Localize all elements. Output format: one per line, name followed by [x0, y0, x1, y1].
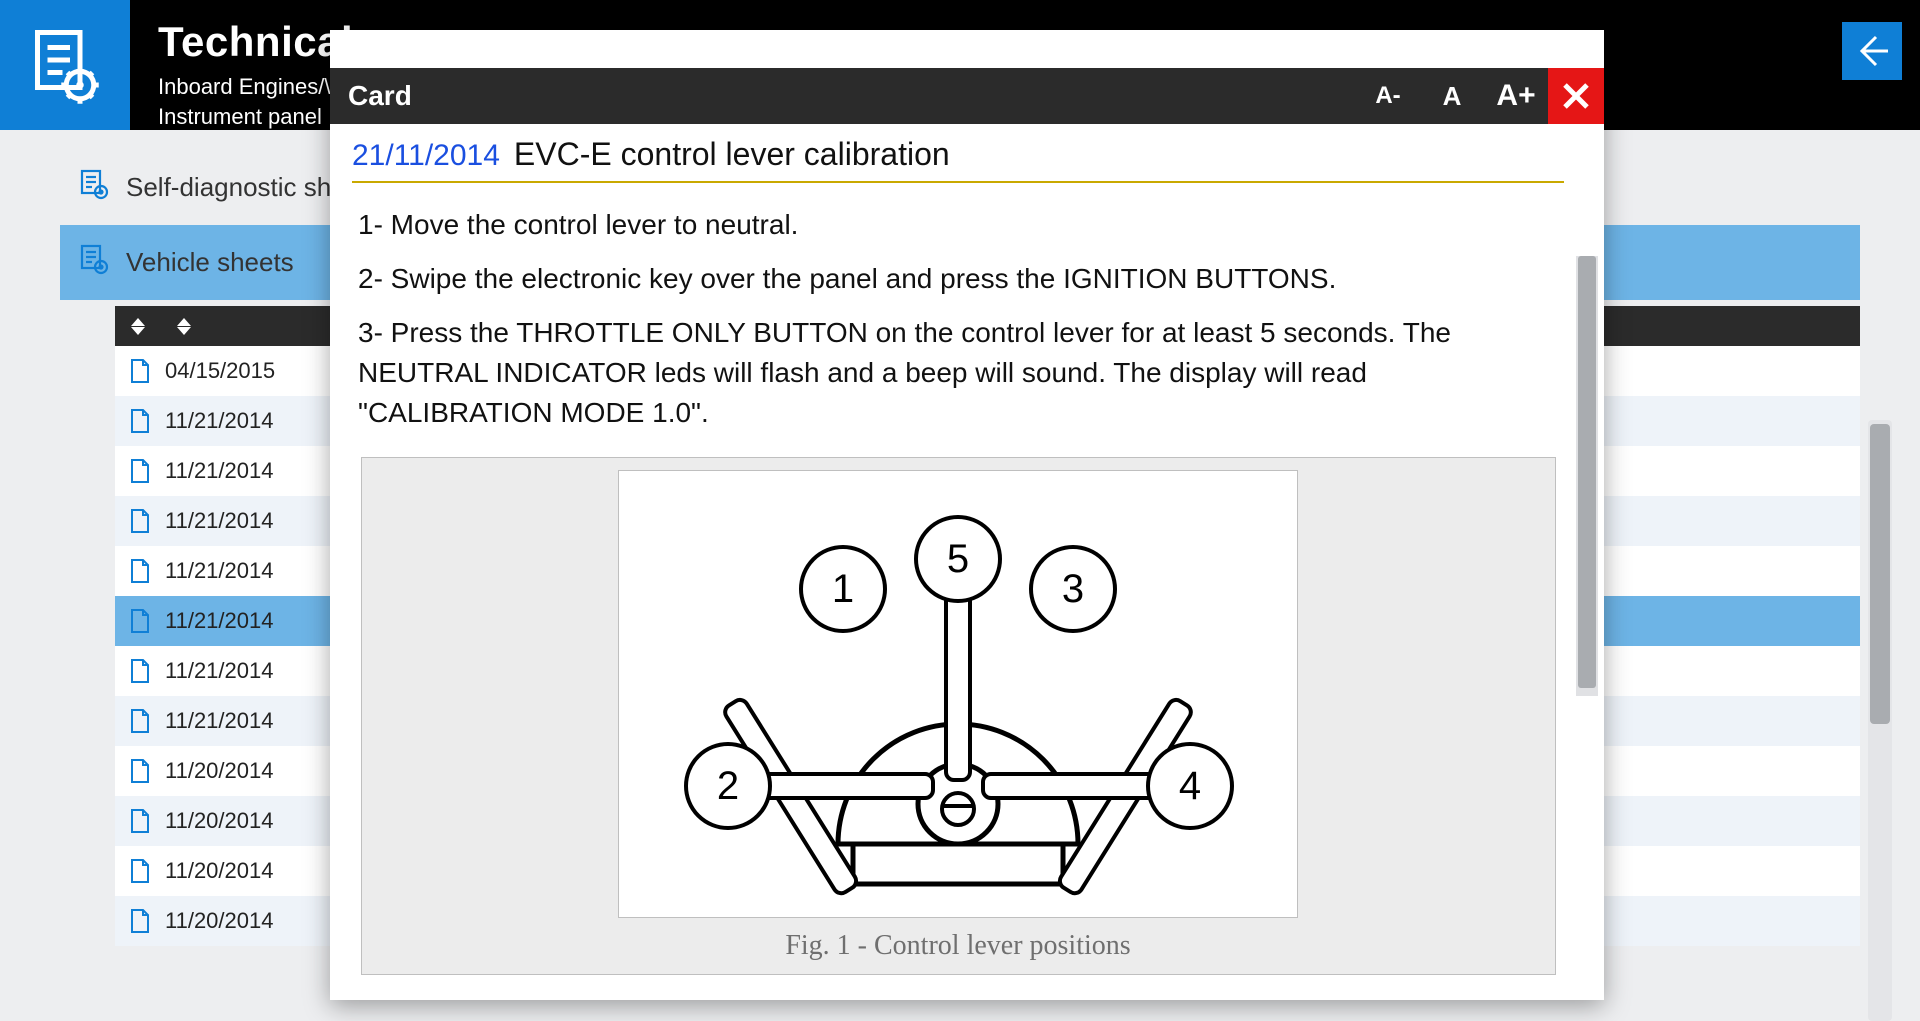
- page-scrollbar[interactable]: [1868, 420, 1892, 1021]
- topbar-text: Technical Inboard Engines/\ Instrument p…: [130, 0, 353, 132]
- figure-caption: Fig. 1 - Control lever positions: [374, 930, 1543, 962]
- row-date: 11/20/2014: [165, 858, 273, 884]
- figure-image: 5 1 3 2 4: [618, 470, 1298, 918]
- control-lever-diagram: 5 1 3 2 4: [638, 484, 1278, 904]
- step-text: 3- Press the THROTTLE ONLY BUTTON on the…: [358, 313, 1558, 433]
- document-icon: [129, 808, 151, 834]
- font-decrease-button[interactable]: A-: [1356, 68, 1420, 124]
- card-date: 21/11/2014: [352, 139, 500, 173]
- row-date: 11/21/2014: [165, 508, 273, 534]
- row-date: 11/20/2014: [165, 758, 273, 784]
- document-icon: [129, 658, 151, 684]
- document-icon: [129, 558, 151, 584]
- nav-label: Self-diagnostic sh: [126, 172, 331, 203]
- row-date: 11/21/2014: [165, 658, 273, 684]
- card-modal: Card A- A A+ 21/11/2014 EVC-E control le…: [330, 30, 1604, 1000]
- lever-label-2: 2: [717, 764, 739, 808]
- document-icon: [129, 608, 151, 634]
- step-text: 1- Move the control lever to neutral.: [358, 205, 1558, 245]
- lever-label-4: 4: [1179, 764, 1201, 808]
- document-icon: [129, 858, 151, 884]
- font-reset-button[interactable]: A: [1420, 68, 1484, 124]
- close-button[interactable]: [1548, 68, 1604, 124]
- document-icon: [129, 508, 151, 534]
- document-icon: [129, 358, 151, 384]
- row-date: 11/21/2014: [165, 458, 273, 484]
- row-date: 11/21/2014: [165, 408, 273, 434]
- document-icon: [129, 708, 151, 734]
- row-date: 11/21/2014: [165, 608, 273, 634]
- card-heading: 21/11/2014 EVC-E control lever calibrati…: [352, 136, 1564, 183]
- modal-scrollbar[interactable]: [1576, 256, 1598, 696]
- row-date: 04/15/2015: [165, 358, 275, 384]
- nav-label: Vehicle sheets: [126, 247, 294, 278]
- app-logo: [0, 0, 130, 130]
- app-title: Technical: [158, 18, 353, 66]
- close-icon: [1561, 81, 1591, 111]
- step-text: 2- Swipe the electronic key over the pan…: [358, 259, 1558, 299]
- lever-label-1: 1: [832, 567, 854, 611]
- row-date: 11/21/2014: [165, 708, 273, 734]
- breadcrumb: Inboard Engines/\ Instrument panel: [158, 72, 353, 132]
- back-button[interactable]: [1842, 22, 1902, 80]
- row-date: 11/20/2014: [165, 808, 273, 834]
- document-icon: [129, 458, 151, 484]
- font-increase-button[interactable]: A+: [1484, 68, 1548, 124]
- modal-title: Card: [348, 80, 412, 112]
- sort-column-2[interactable]: [161, 306, 207, 346]
- doc-gear-icon: [78, 168, 110, 207]
- page-scrollbar-thumb[interactable]: [1870, 424, 1890, 724]
- figure: 5 1 3 2 4 Fig. 1 - Control lever positio…: [361, 457, 1556, 975]
- sort-column-1[interactable]: [115, 306, 161, 346]
- row-date: 11/21/2014: [165, 558, 273, 584]
- document-icon: [129, 758, 151, 784]
- lever-label-5: 5: [947, 537, 969, 581]
- document-icon: [129, 408, 151, 434]
- doc-gear-icon: [78, 243, 110, 282]
- modal-scrollbar-thumb[interactable]: [1578, 256, 1596, 688]
- steps: 1- Move the control lever to neutral. 2- …: [358, 205, 1558, 433]
- doc-gear-icon: [25, 25, 105, 105]
- arrow-left-icon: [1854, 33, 1890, 69]
- lever-label-3: 3: [1062, 567, 1084, 611]
- row-date: 11/20/2014: [165, 908, 273, 934]
- modal-body: 21/11/2014 EVC-E control lever calibrati…: [330, 124, 1604, 1000]
- card-title: EVC-E control lever calibration: [514, 136, 950, 173]
- document-icon: [129, 908, 151, 934]
- modal-header: Card A- A A+: [330, 68, 1604, 124]
